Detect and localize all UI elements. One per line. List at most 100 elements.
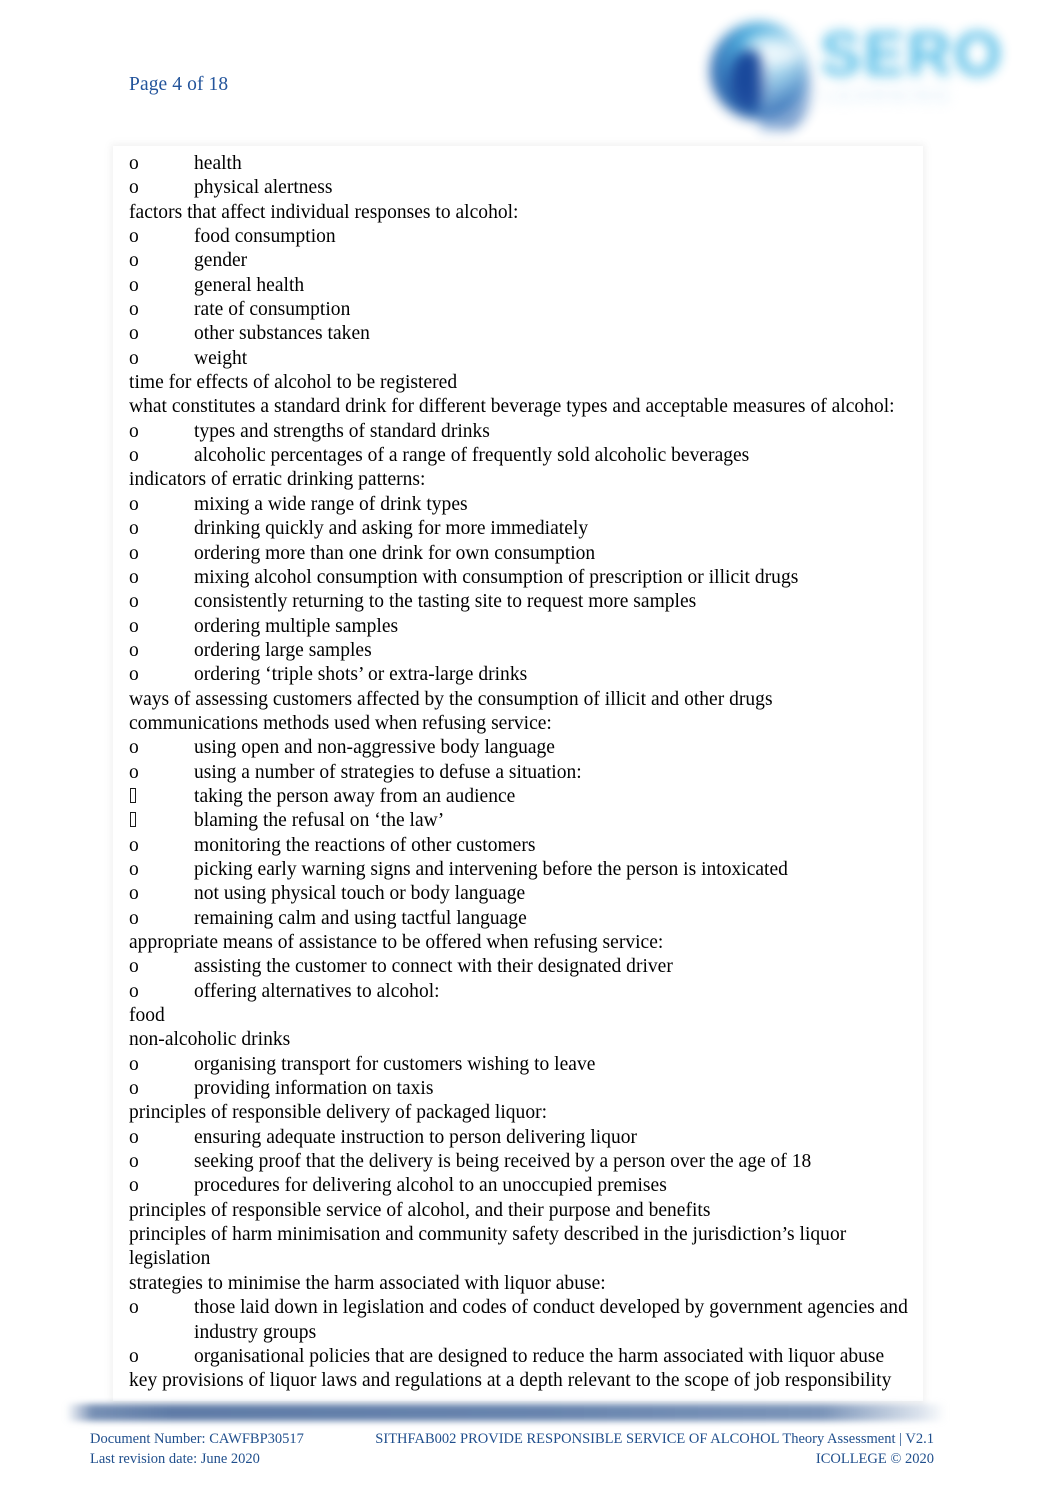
document-bullet-line: o seeking proof that the delivery is bein… [129, 1150, 919, 1174]
document-line-text: food consumption [194, 226, 336, 248]
bullet-marker-icon: o [129, 1175, 139, 1197]
document-bullet-line: o types and strengths of standard drinks [129, 420, 919, 444]
document-bullet-line: o using a number of strategies to defuse … [129, 761, 919, 785]
document-line-text: drinking quickly and asking for more imm… [194, 518, 589, 540]
document-line-text: rate of consumption [194, 299, 351, 321]
document-line-text: providing information on taxis [194, 1078, 434, 1100]
document-bullet-line: o organising transport for customers wish… [129, 1053, 919, 1077]
document-bullet-line: o not using physical touch or body langua… [129, 882, 919, 906]
bullet-marker-icon: o [129, 980, 139, 1002]
bullet-marker-icon: o [129, 493, 139, 515]
document-text-line: communications methods used when refusin… [129, 712, 552, 734]
bullet-marker-icon: o [129, 420, 139, 442]
document-text-line: principles of harm minimisation and comm… [129, 1224, 852, 1270]
footer-unit-title: SITHFAB002 PROVIDE RESPONSIBLE SERVICE O… [375, 1431, 934, 1447]
document-bullet-line: o picking early warning signs and interve… [129, 858, 919, 882]
bullet-marker-icon: o [129, 1151, 139, 1173]
document-line-text: ordering more than one drink for own con… [194, 542, 596, 564]
bullet-marker-icon: o [129, 177, 139, 199]
document-bullet-line: o monitoring the reactions of other custo… [129, 834, 919, 858]
bullet-marker-icon: o [129, 858, 139, 880]
document-bullet-line: o ordering large samples [129, 639, 919, 663]
document-bullet-line: o gender [129, 249, 919, 273]
document-text-line: indicators of erratic drinking patterns: [129, 469, 426, 491]
bullet-marker-icon: o [129, 299, 139, 321]
document-line-text: mixing alcohol consumption with consumpt… [194, 566, 799, 588]
bullet-marker-icon: o [129, 761, 139, 783]
bullet-marker-icon: o [129, 737, 139, 759]
document-bullet-line: o physical alertness [129, 176, 919, 200]
document-line-text: seeking proof that the delivery is being… [194, 1151, 812, 1173]
document-bullet-line: o consistently returning to the tasting s… [129, 590, 919, 614]
bullet-marker-icon: o [129, 518, 139, 540]
document-text-line: ways of assessing customers affected by … [129, 688, 773, 710]
bullet-marker-icon: o [129, 226, 139, 248]
bullet-marker-icon: o [129, 347, 139, 369]
document-line-text: ensuring adequate instruction to person … [194, 1126, 638, 1148]
document-text-line: non-alcoholic drinks [129, 1029, 291, 1051]
missing-glyph-bullet-icon [129, 785, 194, 809]
globe-swoosh-icon [760, 44, 812, 130]
bullet-marker-icon: o [129, 883, 139, 905]
bullet-marker-icon: o [129, 542, 139, 564]
document-line-text: using open and non-aggressive body langu… [194, 737, 555, 759]
document-bullet-line: o assisting the customer to connect with … [129, 955, 919, 979]
page-header: Page 4 of 18 SERO LEARNING [0, 0, 1062, 140]
document-bullet-line: o drinking quickly and asking for more im… [129, 517, 919, 541]
document-line-text: offering alternatives to alcohol: [194, 980, 440, 1002]
bullet-marker-icon: o [129, 956, 139, 978]
document-bullet-line: o providing information on taxis [129, 1077, 919, 1101]
logo-wordmark: SERO [820, 20, 1004, 89]
bullet-marker-icon: o [129, 664, 139, 686]
document-text-line: appropriate means of assistance to be of… [129, 932, 664, 953]
document-line-text: those laid down in legislation and codes… [194, 1297, 913, 1343]
document-text-line: principles of responsible service of alc… [129, 1199, 711, 1221]
bullet-marker-icon: o [129, 566, 139, 588]
document-line-text: organisational policies that are designe… [194, 1345, 885, 1367]
document-bullet-line: o ensuring adequate instruction to person… [129, 1126, 919, 1150]
bullet-marker-icon: o [129, 250, 139, 272]
document-bullet-line: o remaining calm and using tactful langua… [129, 907, 919, 931]
bullet-marker-icon: o [129, 153, 139, 174]
document-bullet-line: o health [129, 152, 919, 176]
document-bullet-line: blaming the refusal on ‘the law’ [129, 809, 919, 833]
document-line-text: remaining calm and using tactful languag… [194, 907, 527, 929]
footer-copyright: ICOLLEGE © 2020 [815, 1450, 934, 1467]
document-text-line: factors that affect individual responses… [129, 201, 519, 223]
document-body: o health o physical alertness factors that a… [129, 152, 919, 1394]
document-line-text: alcoholic percentages of a range of freq… [194, 445, 750, 467]
document-line-text: general health [194, 274, 305, 296]
document-line-text: blaming the refusal on ‘the law’ [194, 810, 445, 832]
document-bullet-line: o ordering multiple samples [129, 615, 919, 639]
document-line-text: assisting the customer to connect with t… [194, 956, 673, 978]
document-line-text: weight [194, 347, 248, 369]
document-bullet-line: o using open and non-aggressive body lang… [129, 736, 919, 760]
document-text-line: principles of responsible delivery of pa… [129, 1102, 548, 1124]
missing-glyph-bullet-icon [129, 809, 194, 833]
bullet-marker-icon: o [129, 1078, 139, 1100]
document-text-line: strategies to minimise the harm associat… [129, 1272, 606, 1294]
page-number-label: Page 4 of 18 [129, 74, 229, 95]
bullet-marker-icon: o [129, 615, 139, 637]
footer-last-revision: Last revision date: June 2020 [90, 1450, 260, 1467]
document-bullet-line: o ordering more than one drink for own co… [129, 542, 919, 566]
document-line-text: consistently returning to the tasting si… [194, 591, 697, 613]
bullet-marker-icon: o [129, 591, 139, 613]
document-bullet-line: o other substances taken [129, 322, 919, 346]
bullet-marker-icon: o [129, 274, 139, 296]
footer-right-block: SITHFAB002 PROVIDE RESPONSIBLE SERVICE O… [375, 1430, 934, 1469]
document-text-line: key provisions of liquor laws and regula… [129, 1370, 892, 1392]
document-line-text: ordering ‘triple shots’ or extra-large d… [194, 664, 528, 686]
footer-document-number: Document Number: CAWFBP30517 [90, 1431, 304, 1447]
document-bullet-line: o alcoholic percentages of a range of fre… [129, 444, 919, 468]
document-line-text: monitoring the reactions of other custom… [194, 834, 536, 856]
document-line-text: using a number of strategies to defuse a… [194, 761, 582, 783]
document-bullet-line: o weight [129, 347, 919, 371]
document-bullet-line: o food consumption [129, 225, 919, 249]
document-bullet-line: o organisational policies that are design… [129, 1345, 919, 1369]
document-bullet-line: o general health [129, 274, 919, 298]
document-bullet-line: o mixing a wide range of drink types [129, 493, 919, 517]
footer-divider-bar [66, 1404, 946, 1421]
document-line-text: organising transport for customers wishi… [194, 1053, 596, 1075]
document-text-line: what constitutes a standard drink for di… [129, 396, 895, 418]
